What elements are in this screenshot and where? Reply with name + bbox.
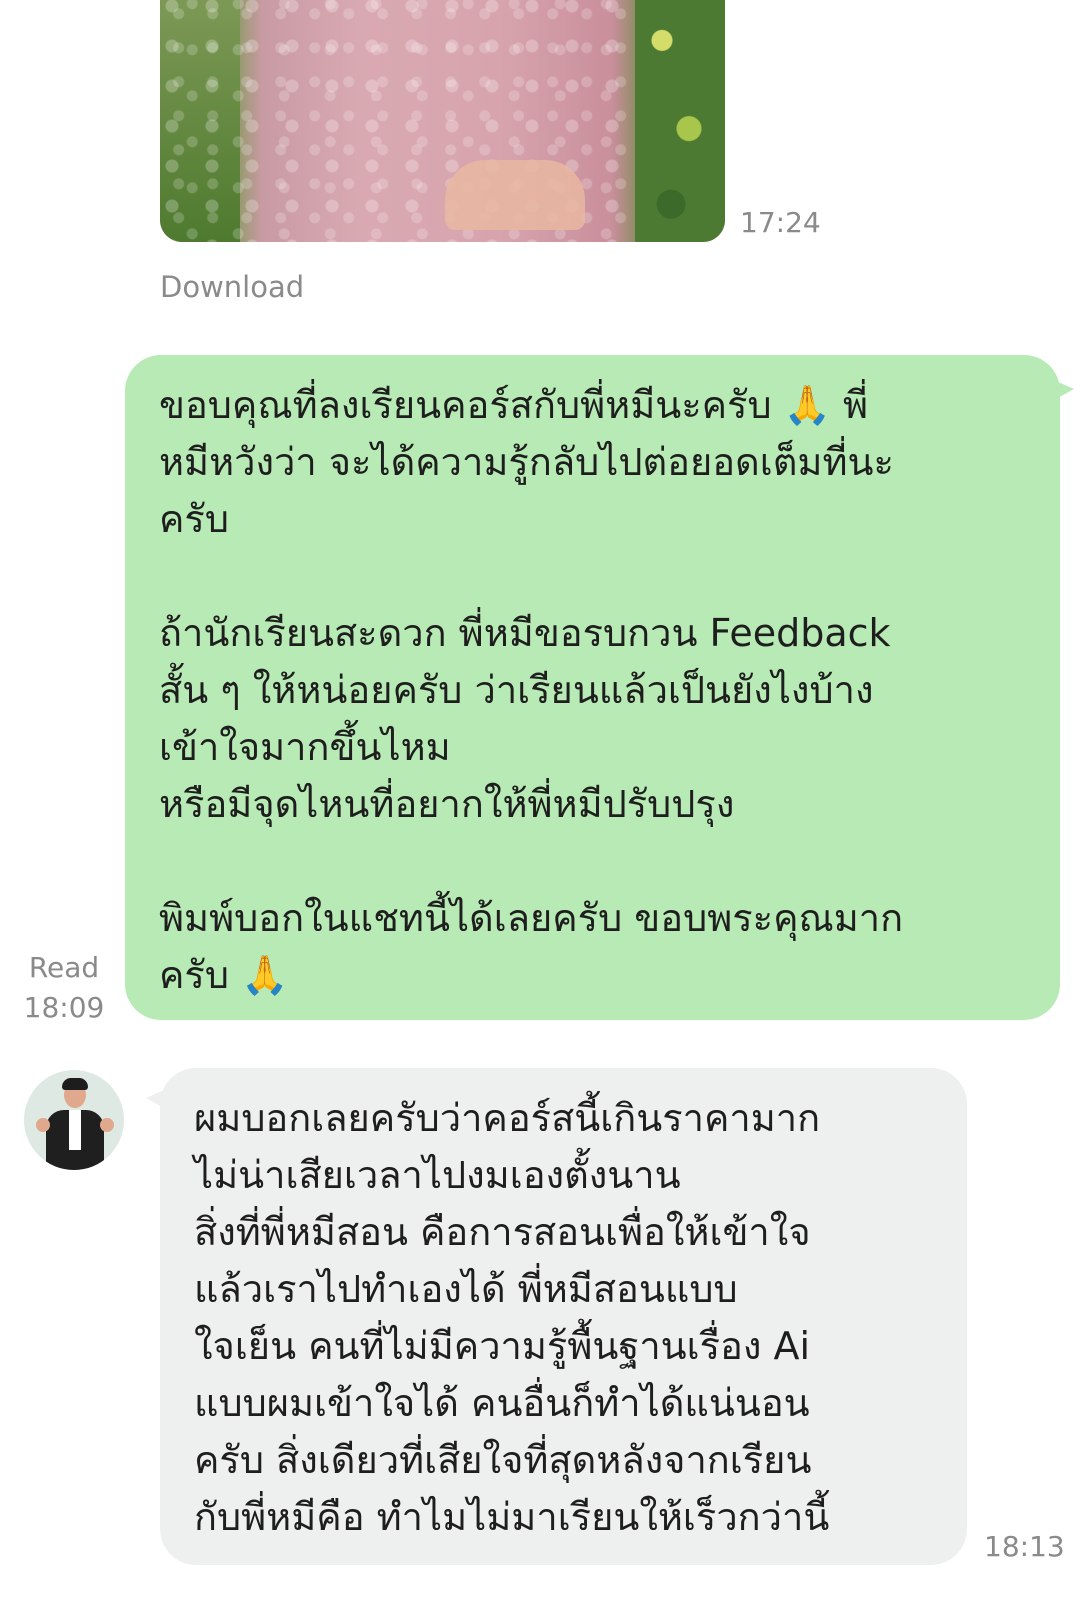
read-receipt: Read 18:09	[20, 948, 108, 1028]
photo-hands	[445, 160, 585, 230]
avatar-shirt	[69, 1110, 81, 1150]
received-photo[interactable]	[160, 0, 725, 242]
avatar-hair	[62, 1078, 88, 1090]
outgoing-timestamp: 18:09	[23, 991, 105, 1024]
avatar-hand-left	[36, 1118, 50, 1132]
download-link[interactable]: Download	[160, 270, 304, 304]
photo-leaves	[635, 0, 725, 242]
incoming-timestamp: 18:13	[984, 1530, 1065, 1563]
outgoing-message-text: ขอบคุณที่ลงเรียนคอร์สกับพี่หมีนะครับ 🙏 พ…	[159, 383, 904, 997]
incoming-message-bubble[interactable]: ผมบอกเลยครับว่าคอร์สนี้เกินราคามาก ไม่น่…	[146, 1068, 967, 1565]
read-status: Read	[28, 951, 100, 984]
sender-avatar[interactable]	[24, 1070, 124, 1170]
photo-timestamp: 17:24	[740, 206, 821, 239]
incoming-message-text: ผมบอกเลยครับว่าคอร์สนี้เกินราคามาก ไม่น่…	[194, 1096, 830, 1539]
avatar-hand-right	[100, 1118, 114, 1132]
outgoing-message-bubble[interactable]: ขอบคุณที่ลงเรียนคอร์สกับพี่หมีนะครับ 🙏 พ…	[125, 355, 1074, 1020]
